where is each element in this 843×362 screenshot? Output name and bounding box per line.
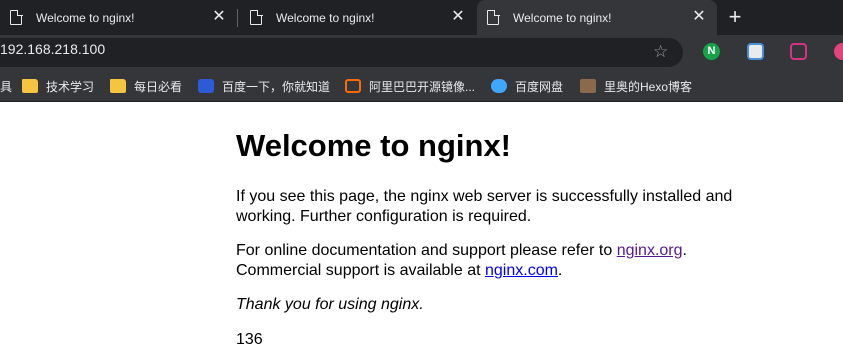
video-extension-icon[interactable]: [790, 43, 807, 60]
folder-icon: [110, 79, 126, 93]
document-icon: [250, 9, 263, 25]
baidu-cloud-icon: [491, 79, 507, 93]
bookmark-folder-tech[interactable]: 技术学习: [22, 77, 94, 95]
new-tab-icon[interactable]: +: [724, 6, 746, 28]
page-title: Welcome to nginx!: [236, 128, 512, 163]
aliyun-icon: [345, 79, 361, 93]
bookmark-label: 里奥的Hexo博客: [604, 79, 693, 94]
bookmark-hexo-blog[interactable]: 里奥的Hexo博客: [580, 77, 692, 95]
document-icon: [10, 9, 23, 25]
bookmark-label: 阿里巴巴开源镜像...: [369, 79, 476, 94]
bookmark-label: 技术学习: [46, 79, 95, 94]
bookmark-label: 每日必看: [134, 79, 183, 94]
tab-title: Welcome to nginx!: [513, 10, 612, 25]
bookmark-folder-daily[interactable]: 每日必看: [110, 77, 182, 95]
docs-text: For online documentation and support ple…: [236, 242, 617, 259]
intro-paragraph: If you see this page, the nginx web serv…: [236, 188, 733, 225]
nginx-org-link[interactable]: nginx.org: [617, 242, 683, 259]
url-text[interactable]: 192.168.218.100: [0, 41, 105, 57]
punctuation: .: [557, 262, 563, 279]
tab-1[interactable]: Welcome to nginx! ✕: [0, 0, 237, 35]
extra-text: 136: [236, 331, 263, 348]
punctuation: .: [682, 242, 687, 259]
close-icon[interactable]: ✕: [450, 9, 466, 25]
bookmark-baidu-cloud[interactable]: 百度网盘: [491, 77, 563, 95]
bookmark-label: 百度一下，你就知道: [222, 79, 331, 94]
n-extension-icon[interactable]: N: [703, 43, 720, 60]
folder-icon: [22, 79, 38, 93]
thanks-paragraph: Thank you for using nginx.: [236, 296, 424, 313]
document-icon: [487, 9, 500, 25]
commercial-text: Commercial support is available at: [236, 262, 485, 279]
avatar-icon: [580, 79, 596, 93]
star-add-icon[interactable]: ☆: [653, 42, 673, 62]
close-icon[interactable]: ✕: [211, 9, 227, 25]
tab-2[interactable]: Welcome to nginx! ✕: [238, 0, 476, 35]
nginx-com-link[interactable]: nginx.com: [485, 262, 558, 279]
translate-extension-icon[interactable]: [747, 43, 764, 60]
bookmark-label: 百度网盘: [515, 79, 564, 94]
baidu-paw-icon: [198, 79, 214, 93]
tab-title: Welcome to nginx!: [36, 10, 135, 25]
bookmark-baidu[interactable]: 百度一下，你就知道: [198, 77, 330, 95]
tab-3-active[interactable]: Welcome to nginx! ✕: [477, 0, 717, 35]
tab-title: Welcome to nginx!: [276, 10, 375, 25]
docs-paragraph: For online documentation and support ple…: [236, 241, 746, 281]
bookmark-partial[interactable]: 具: [0, 77, 12, 95]
bookmark-aliyun[interactable]: 阿里巴巴开源镜像...: [345, 77, 475, 95]
close-icon[interactable]: ✕: [691, 9, 707, 25]
bookmark-label: 具: [0, 79, 13, 94]
